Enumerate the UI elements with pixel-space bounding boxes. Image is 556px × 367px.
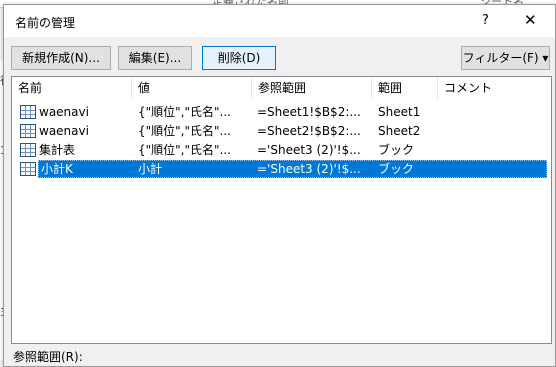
cell-name: 小計K <box>41 162 73 176</box>
named-range-icon <box>20 143 36 157</box>
cell-comment <box>444 103 544 121</box>
cell-refers-to: =Sheet2!$B$2:... <box>257 124 361 138</box>
cell-comment <box>444 160 544 178</box>
cell-name: waenavi <box>39 124 89 138</box>
table-row[interactable]: waenavi {"順位","氏名"... =Sheet1!$B$2:... S… <box>12 103 551 122</box>
cell-scope: ブック <box>378 162 415 176</box>
cell-value: {"順位","氏名"... <box>138 143 231 157</box>
list-header: 名前 値 参照範囲 範囲 コメント <box>12 77 551 99</box>
table-row[interactable]: waenavi {"順位","氏名"... =Sheet2!$B$2:... S… <box>12 122 551 141</box>
names-list[interactable]: 名前 値 参照範囲 範囲 コメント waenavi {"順位","氏名"... … <box>11 76 552 344</box>
column-header-refers-to[interactable]: 参照範囲 <box>252 77 372 99</box>
title-bar: 名前の管理 ? ✕ <box>4 5 555 37</box>
named-range-icon <box>20 162 36 176</box>
refers-to-label: 参照範囲(R): <box>13 350 83 364</box>
column-header-name[interactable]: 名前 <box>12 77 132 99</box>
cell-refers-to: =Sheet1!$B$2:... <box>257 105 361 119</box>
cell-value: {"順位","氏名"... <box>138 105 231 119</box>
cell-refers-to: ='Sheet3 (2)'!$... <box>257 143 361 157</box>
table-row[interactable]: 集計表 {"順位","氏名"... ='Sheet3 (2)'!$... ブック <box>12 141 551 160</box>
cell-name: 集計表 <box>39 143 76 157</box>
cell-scope: Sheet1 <box>378 105 421 119</box>
cell-name: waenavi <box>39 105 89 119</box>
named-range-icon <box>20 124 36 138</box>
filter-button[interactable]: フィルター(F) ▾ <box>461 46 550 70</box>
table-row-selected[interactable]: 小計K 小計 ='Sheet3 (2)'!$... ブック <box>12 160 551 179</box>
cell-refers-to: ='Sheet3 (2)'!$... <box>257 162 361 176</box>
column-header-scope[interactable]: 範囲 <box>372 77 438 99</box>
edit-button[interactable]: 編集(E)... <box>118 46 192 70</box>
column-header-comment[interactable]: コメント <box>438 77 551 99</box>
new-button[interactable]: 新規作成(N)... <box>11 46 111 70</box>
close-button[interactable]: ✕ <box>524 11 537 29</box>
column-header-value[interactable]: 値 <box>132 77 252 99</box>
named-range-icon <box>20 105 36 119</box>
help-button[interactable]: ? <box>482 13 489 28</box>
dialog-title: 名前の管理 <box>15 16 76 30</box>
cell-scope: ブック <box>378 143 415 157</box>
delete-button[interactable]: 削除(D) <box>202 46 276 70</box>
name-manager-dialog: 名前の管理 ? ✕ 新規作成(N)... 編集(E)... 削除(D) フィルタ… <box>3 4 556 367</box>
cell-comment <box>444 122 544 140</box>
cell-scope: Sheet2 <box>378 124 421 138</box>
cell-value: 小計 <box>138 162 163 176</box>
cell-comment <box>444 141 544 159</box>
cell-value: {"順位","氏名"... <box>138 124 231 138</box>
